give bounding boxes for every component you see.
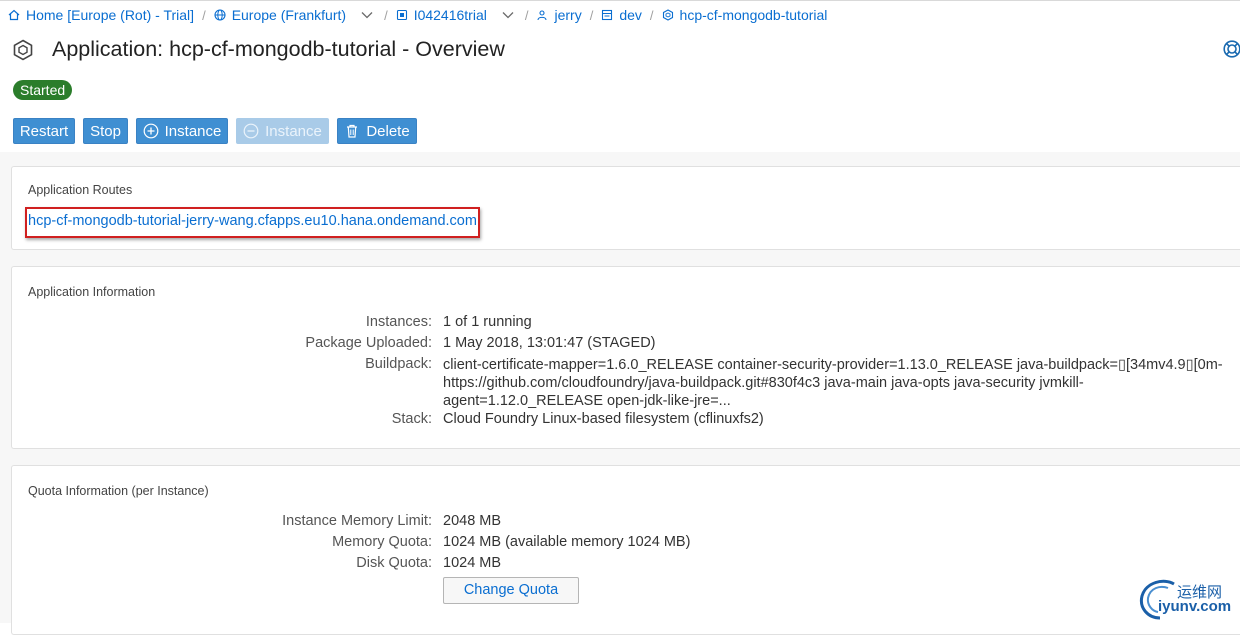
top-border	[0, 0, 1240, 1]
stack-label: Stack:	[391, 411, 432, 427]
package-uploaded-label: Package Uploaded:	[305, 335, 432, 351]
disk-quota-value: 1024 MB	[443, 555, 502, 571]
delete-button-label: Delete	[366, 122, 410, 140]
status-badge: Started	[13, 80, 73, 100]
change-quota-button[interactable]: Change Quota	[443, 577, 579, 604]
breadcrumb-separator: /	[384, 7, 388, 23]
app-icon	[662, 9, 674, 21]
breadcrumb-org[interactable]: jerry	[536, 7, 582, 23]
stack-value: Cloud Foundry Linux-based filesystem (cf…	[443, 411, 764, 427]
plus-circle-icon	[143, 123, 159, 139]
memory-limit-label: Instance Memory Limit:	[282, 513, 432, 529]
breadcrumb: Home [Europe (Rot) - Trial] / Europe (Fr…	[8, 5, 827, 25]
memory-quota-value: 1024 MB (available memory 1024 MB)	[443, 534, 691, 550]
remove-instance-button-label: Instance	[265, 122, 322, 140]
breadcrumb-org-label: jerry	[554, 7, 582, 23]
breadcrumb-space[interactable]: dev	[601, 7, 642, 23]
breadcrumb-separator: /	[202, 7, 206, 23]
highlight-box	[25, 207, 480, 238]
breadcrumb-account-label: I042416trial	[413, 7, 487, 23]
restart-button-label: Restart	[19, 122, 69, 140]
breadcrumb-region[interactable]: Europe (Frankfurt)	[214, 7, 346, 23]
home-icon	[8, 9, 20, 21]
restart-button[interactable]: Restart	[13, 118, 75, 144]
add-instance-button-label: Instance	[164, 122, 222, 140]
page-title: Application: hcp-cf-mongodb-tutorial - O…	[52, 37, 505, 61]
remove-instance-button[interactable]: Instance	[236, 118, 329, 144]
application-information-panel: Application Information Instances: 1 of …	[11, 266, 1240, 449]
buildpack-label: Buildpack:	[365, 356, 432, 372]
watermark-logo: 运维网 iyunv.com	[1138, 578, 1238, 620]
package-uploaded-value: 1 May 2018, 13:01:47 (STAGED)	[443, 335, 656, 351]
org-icon	[536, 9, 548, 21]
breadcrumb-home-label: Home [Europe (Rot) - Trial]	[26, 7, 195, 23]
stop-button[interactable]: Stop	[83, 118, 128, 144]
quota-information-panel: Quota Information (per Instance) Instanc…	[11, 465, 1240, 635]
watermark-text-bottom: iyunv.com	[1158, 598, 1232, 615]
panel-title: Application Information	[28, 285, 156, 299]
delete-button[interactable]: Delete	[337, 118, 417, 144]
buildpack-value: client-certificate-mapper=1.6.0_RELEASE …	[443, 357, 1223, 409]
add-instance-button[interactable]: Instance	[136, 118, 228, 144]
chevron-down-icon[interactable]	[501, 8, 515, 22]
chevron-down-icon[interactable]	[360, 8, 374, 22]
breadcrumb-region-label: Europe (Frankfurt)	[231, 7, 347, 23]
application-icon	[12, 39, 34, 61]
memory-limit-value: 2048 MB	[443, 513, 502, 529]
instances-label: Instances:	[365, 314, 432, 330]
breadcrumb-home[interactable]: Home [Europe (Rot) - Trial]	[8, 7, 194, 23]
memory-quota-label: Memory Quota:	[332, 534, 432, 550]
breadcrumb-separator: /	[524, 7, 529, 23]
breadcrumb-account[interactable]: I042416trial	[396, 7, 487, 23]
breadcrumb-app[interactable]: hcp-cf-mongodb-tutorial	[662, 7, 828, 23]
instances-value: 1 of 1 running	[443, 314, 532, 330]
stop-button-label: Stop	[90, 122, 121, 140]
panel-title: Quota Information (per Instance)	[28, 484, 209, 498]
panel-title: Application Routes	[28, 183, 133, 197]
breadcrumb-app-label: hcp-cf-mongodb-tutorial	[679, 7, 828, 23]
breadcrumb-space-label: dev	[619, 7, 642, 23]
breadcrumb-separator: /	[589, 7, 594, 23]
account-icon	[396, 9, 408, 21]
minus-circle-icon	[243, 123, 259, 139]
disk-quota-label: Disk Quota:	[356, 555, 432, 571]
globe-icon	[214, 9, 226, 21]
application-routes-panel: Application Routes hcp-cf-mongodb-tutori…	[11, 166, 1240, 250]
space-icon	[601, 9, 613, 21]
breadcrumb-separator: /	[649, 7, 654, 23]
help-icon[interactable]	[1223, 40, 1240, 58]
trash-icon	[344, 123, 360, 139]
